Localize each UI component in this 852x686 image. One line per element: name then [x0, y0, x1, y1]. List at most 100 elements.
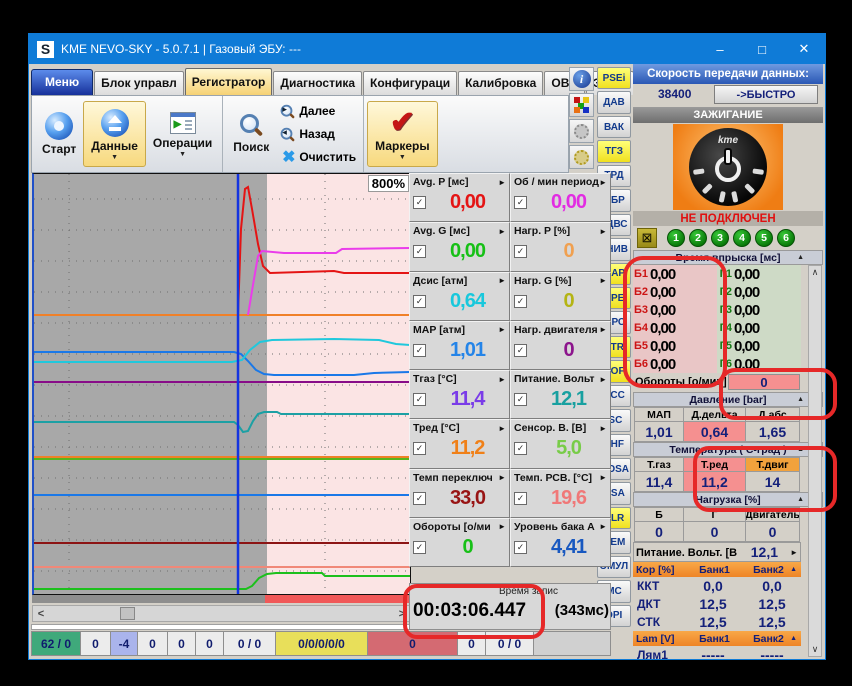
injector-label: Б6: [633, 355, 649, 373]
expander-icon[interactable]: ►: [498, 424, 506, 433]
tab-menu[interactable]: Меню: [31, 69, 94, 95]
operations-button[interactable]: ▶ Операции ▼: [146, 101, 219, 167]
palette-button[interactable]: [569, 93, 594, 117]
expander-icon[interactable]: ►: [498, 276, 506, 285]
gauge-checkbox[interactable]: ✓: [514, 245, 527, 259]
crossbox-button[interactable]: ⊠: [637, 228, 657, 248]
temperature-values: 11,4 11,2 14: [634, 472, 800, 492]
scroll-down-arrow[interactable]: ∨: [812, 644, 819, 655]
temperature-val-2: 14: [746, 472, 800, 492]
lambda-header[interactable]: Lam [V] Банк1 Банк2 ▲: [633, 631, 801, 646]
next-button[interactable]: ▶ Далее: [280, 100, 356, 123]
gauge-checkbox[interactable]: ✓: [413, 343, 426, 357]
expander-icon[interactable]: ►: [498, 522, 506, 531]
gauge-checkbox[interactable]: ✓: [514, 393, 527, 406]
scrollbar-thumb[interactable]: [120, 607, 135, 620]
expander-icon[interactable]: ►: [599, 424, 607, 433]
gauge-checkbox[interactable]: ✓: [514, 491, 527, 505]
status-cell-0: 62 / 0: [31, 631, 81, 656]
expander-icon[interactable]: ►: [599, 375, 607, 384]
expander-icon[interactable]: ►: [599, 473, 607, 482]
gauge-checkbox[interactable]: ✓: [514, 442, 527, 456]
sort-up-icon: ▲: [790, 566, 797, 573]
tab-Диагностика[interactable]: Диагностика: [273, 71, 363, 95]
knob-view-button-2[interactable]: [569, 145, 594, 169]
injection-table: Б1 0,00 Г1 0,00 Б2 0,00 Г2 0,00 Б3 0,00 Г3 0,00 Б4 0,…: [633, 265, 801, 373]
load-header[interactable]: Нагрузка [%] ▲: [633, 492, 823, 507]
clear-button[interactable]: ✖ Очистить: [280, 146, 356, 169]
gauge-checkbox[interactable]: ✓: [514, 540, 527, 554]
expander-icon[interactable]: ►: [599, 522, 607, 531]
correction-header[interactable]: Кор [%] Банк1 Банк2 ▲: [633, 562, 801, 577]
gauge-checkbox[interactable]: ✓: [413, 540, 426, 554]
start-button[interactable]: Старт: [35, 101, 83, 167]
expander-icon[interactable]: ►: [599, 325, 607, 334]
panel-vertical-scrollbar[interactable]: ∧ ∨: [808, 265, 822, 657]
data-button[interactable]: Данные ▼: [83, 101, 146, 167]
scroll-up-arrow[interactable]: ∧: [812, 267, 819, 278]
chart-horizontal-scrollbar[interactable]: < >: [32, 605, 411, 622]
gauge-checkbox[interactable]: ✓: [413, 442, 426, 456]
scroll-right-arrow[interactable]: >: [394, 606, 410, 621]
ignition-knob-image: kme: [673, 124, 783, 210]
tab-strip: Меню Блок управл Регистратор Диагностика Ко…: [31, 67, 634, 95]
expander-icon[interactable]: ►: [498, 325, 506, 334]
expander-icon[interactable]: ►: [599, 227, 607, 236]
sidebar-item-ВАК[interactable]: ВАК: [597, 115, 631, 139]
gauge-checkbox[interactable]: ✓: [514, 196, 527, 209]
gauge-value-row: ✓ 0: [514, 290, 607, 313]
expander-icon[interactable]: ►: [498, 178, 506, 187]
search-label: Поиск: [233, 140, 270, 154]
expander-icon[interactable]: ►: [599, 178, 607, 187]
expander-icon[interactable]: ►: [498, 375, 506, 384]
info-button[interactable]: i: [569, 67, 594, 91]
injector-value: 0,00: [649, 265, 717, 283]
gauge-value-row: ✓ 33,0: [413, 487, 506, 510]
knob-view-button[interactable]: [569, 119, 594, 143]
sidebar-item-ТГЗ[interactable]: ТГЗ: [597, 140, 631, 163]
yellow-dial-icon: [574, 149, 589, 165]
minimize-button[interactable]: –: [699, 34, 741, 64]
expander-icon[interactable]: ►: [790, 548, 798, 557]
injection-header[interactable]: Время впрыска [мс] ▲: [633, 250, 823, 265]
faster-button[interactable]: ->БЫСТРО: [714, 85, 818, 104]
gauge-checkbox[interactable]: ✓: [413, 196, 426, 209]
tab-Калибровка[interactable]: Калибровка: [458, 71, 544, 95]
search-button[interactable]: Поиск: [226, 101, 276, 167]
search-nav-group: ▶ Далее ◀ Назад ✖ Очистить: [276, 100, 360, 169]
chart-plot-area[interactable]: [34, 174, 410, 594]
gauge-checkbox[interactable]: ✓: [413, 245, 426, 259]
gauge-label: Уровень бака А: [514, 520, 595, 533]
gauge-checkbox[interactable]: ✓: [413, 393, 426, 406]
markers-button[interactable]: ✔ Маркеры ▼: [367, 101, 438, 167]
ignition-title: ЗАЖИГАНИЕ: [633, 107, 823, 123]
cylinder-indicator-3: 3: [711, 229, 729, 247]
correction-label: СТК: [637, 615, 661, 629]
maximize-button[interactable]: □: [741, 34, 783, 64]
baud-rate-value: 38400: [658, 87, 692, 101]
expander-icon[interactable]: ►: [599, 276, 607, 285]
sidebar-item-PSEi[interactable]: PSEi: [597, 67, 631, 90]
tab-Блок управл[interactable]: Блок управл: [94, 71, 184, 95]
expander-icon[interactable]: ►: [498, 227, 506, 236]
sidebar-item-ДАВ[interactable]: ДАВ: [597, 91, 631, 114]
expander-icon[interactable]: ►: [498, 473, 506, 482]
temperature-header[interactable]: Температура ( С-град ) ▲: [633, 442, 823, 457]
tab-Регистратор[interactable]: Регистратор: [184, 68, 273, 95]
knob-tick: [752, 168, 765, 175]
gauge-checkbox[interactable]: ✓: [413, 491, 426, 505]
close-button[interactable]: ✕: [783, 34, 825, 64]
recorder-chart[interactable]: 800%: [32, 173, 411, 595]
back-button[interactable]: ◀ Назад: [280, 123, 356, 146]
gauge-checkbox[interactable]: ✓: [413, 294, 426, 308]
status-cell-1: 0: [81, 631, 111, 656]
record-time-label: Время запис: [498, 586, 558, 597]
scroll-left-arrow[interactable]: <: [33, 606, 49, 621]
tab-Конфигураци[interactable]: Конфигураци: [363, 71, 458, 95]
pressure-header[interactable]: Давление [bar] ▲: [633, 392, 823, 407]
knob-tick: [731, 190, 739, 203]
gauge-12: Темп переключ ► ✓ 33,0: [409, 468, 510, 518]
gauge-checkbox[interactable]: ✓: [514, 343, 527, 357]
gauge-checkbox[interactable]: ✓: [514, 294, 527, 308]
temperature-col-2: Т.двиг: [746, 457, 800, 472]
